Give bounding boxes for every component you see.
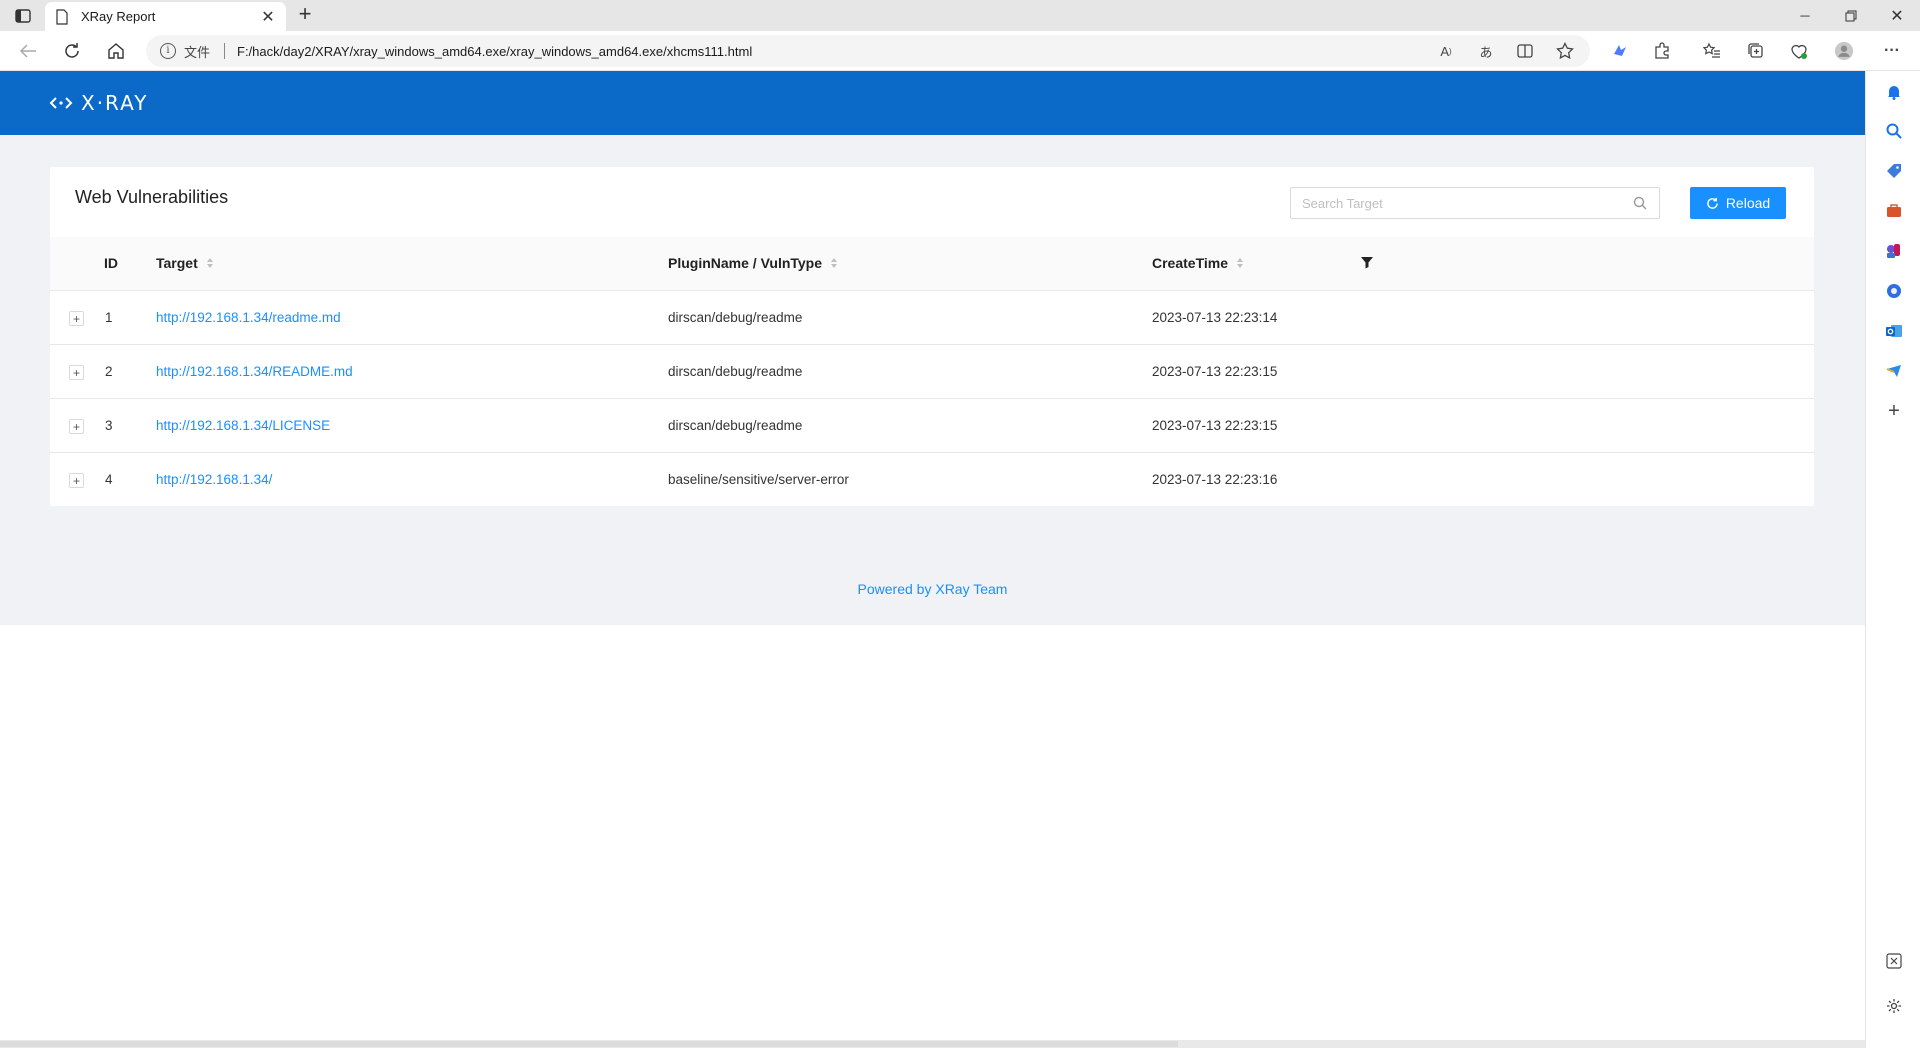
sort-icon[interactable] [206,258,213,268]
app-header: X·RAY [0,71,1865,135]
row-target-link[interactable]: http://192.168.1.34/readme.md [156,310,341,325]
tab-actions-icon[interactable] [12,6,34,26]
row-id: 2 [105,364,113,379]
horizontal-scrollbar[interactable] [0,1040,1865,1048]
site-info-icon[interactable]: i [160,43,176,59]
column-id: ID [104,255,118,271]
extensions-puzzle-icon[interactable] [1652,41,1672,61]
sort-icon[interactable] [1237,258,1244,268]
page-icon [56,8,68,25]
row-plugin: baseline/sensitive/server-error [668,472,849,487]
sidebar-settings-gear-icon[interactable] [1884,996,1904,1016]
new-tab-icon[interactable]: + [294,3,316,26]
filter-icon[interactable] [1360,255,1374,269]
row-create-time: 2023-07-13 22:23:15 [1152,418,1278,433]
column-create-time[interactable]: CreateTime [1152,255,1244,271]
settings-more-icon[interactable]: ··· [1882,41,1902,61]
split-screen-icon[interactable] [1515,41,1535,61]
restore-icon[interactable] [1828,0,1874,31]
row-target-link[interactable]: http://192.168.1.34/ [156,472,272,487]
send-drop-icon[interactable] [1884,361,1904,381]
browser-essentials-icon[interactable] [1789,41,1809,61]
collections-icon[interactable] [1746,41,1766,61]
search-icon[interactable] [1633,196,1647,210]
reload-button[interactable]: Reload [1690,187,1786,219]
sort-icon[interactable] [831,258,838,268]
column-plugin[interactable]: PluginName / VulnType [668,255,838,271]
column-target[interactable]: Target [156,255,213,271]
search-target-input[interactable] [1291,188,1611,218]
profile-avatar-icon[interactable] [1834,41,1854,61]
footer: Powered by XRay Team [0,581,1865,597]
reload-label: Reload [1725,195,1771,211]
address-url[interactable]: F:/hack/day2/XRAY/xray_windows_amd64.exe… [237,44,752,59]
close-tab-icon[interactable]: ✕ [260,7,276,27]
browser-tab[interactable]: XRay Report ✕ [45,2,286,31]
reload-icon [1707,197,1718,209]
table-header: ID Target PluginName / VulnType CreateTi… [50,237,1814,291]
code-brackets-icon [49,97,73,109]
refresh-icon[interactable] [58,39,86,63]
close-window-icon[interactable]: ✕ [1874,0,1920,31]
row-target-link[interactable]: http://192.168.1.34/README.md [156,364,353,379]
expand-row-icon[interactable]: + [69,365,84,380]
expand-row-icon[interactable]: + [69,473,84,488]
search-target-box [1290,187,1660,219]
vulnerabilities-card: Web Vulnerabilities Reload ID Target Plu… [50,167,1814,506]
notifications-bell-icon[interactable] [1884,82,1904,102]
translate-icon[interactable]: あ [1476,41,1496,61]
row-create-time: 2023-07-13 22:23:16 [1152,472,1278,487]
row-target-link[interactable]: http://192.168.1.34/LICENSE [156,418,330,433]
tab-strip: XRay Report ✕ + ─ ✕ [0,0,1920,31]
table-row: + 3 http://192.168.1.34/LICENSE dirscan/… [50,399,1814,453]
home-icon[interactable] [102,39,130,63]
browser-sidebar: + [1865,71,1920,1048]
tools-briefcase-icon[interactable] [1884,201,1904,221]
address-scheme: 文件 [184,44,211,60]
table-row: + 1 http://192.168.1.34/readme.md dirsca… [50,291,1814,345]
minimize-icon[interactable]: ─ [1782,0,1828,31]
row-plugin: dirscan/debug/readme [668,364,803,379]
back-icon[interactable] [14,39,42,63]
row-create-time: 2023-07-13 22:23:14 [1152,310,1278,325]
logo-text: X·RAY [81,91,149,115]
browser-toolbar: i 文件 F:/hack/day2/XRAY/xray_windows_amd6… [0,31,1920,71]
games-icon[interactable] [1884,241,1904,261]
row-plugin: dirscan/debug/readme [668,310,803,325]
xray-logo: X·RAY [49,91,149,115]
address-separator [224,43,226,59]
outlook-icon[interactable] [1884,321,1904,341]
favorites-list-icon[interactable] [1702,41,1722,61]
table-row: + 2 http://192.168.1.34/README.md dirsca… [50,345,1814,399]
row-id: 1 [105,310,113,325]
row-id: 3 [105,418,113,433]
hide-sidebar-icon[interactable] [1884,951,1904,971]
favorite-star-icon[interactable] [1555,41,1575,61]
tab-title: XRay Report [81,9,156,24]
read-aloud-icon[interactable]: A) [1436,41,1456,61]
address-bar[interactable]: i 文件 F:/hack/day2/XRAY/xray_windows_amd6… [146,35,1590,67]
shopping-tag-icon[interactable] [1884,161,1904,181]
report-page: X·RAY Web Vulnerabilities Reload ID Targ… [0,71,1865,625]
add-sidebar-app-icon[interactable]: + [1884,400,1904,422]
row-plugin: dirscan/debug/readme [668,418,803,433]
table-row: + 4 http://192.168.1.34/ baseline/sensit… [50,453,1814,507]
footer-link[interactable]: Powered by XRay Team [858,581,1008,597]
search-icon[interactable] [1884,121,1904,141]
expand-row-icon[interactable]: + [69,311,84,326]
row-id: 4 [105,472,113,487]
extension-bird-icon[interactable] [1610,41,1630,61]
scrollbar-thumb[interactable] [0,1041,1178,1047]
microsoft-365-icon[interactable] [1884,281,1904,301]
card-title: Web Vulnerabilities [75,187,229,207]
row-create-time: 2023-07-13 22:23:15 [1152,364,1278,379]
expand-row-icon[interactable]: + [69,419,84,434]
